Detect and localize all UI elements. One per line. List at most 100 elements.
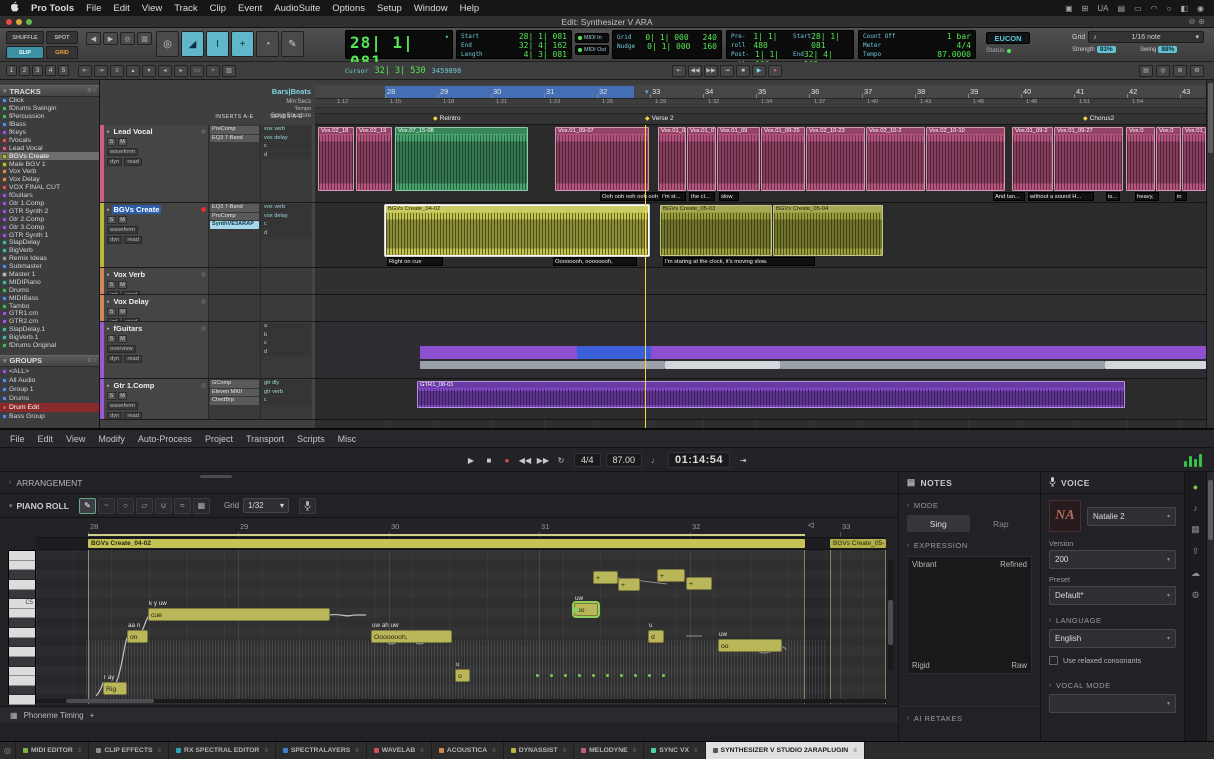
control-center-icon[interactable]: ◧: [1180, 4, 1188, 13]
time-display[interactable]: 01:14:54: [668, 452, 730, 468]
track-arrow-icon[interactable]: ▸: [107, 299, 110, 305]
track-list-item[interactable]: Submaster: [0, 263, 99, 271]
ruler-label-min-secs[interactable]: Min:Secs: [286, 99, 311, 105]
note-phonemes[interactable]: aa n: [128, 622, 140, 629]
SPECTRALAYERS[interactable]: SPECTRALAYERS ≡: [276, 742, 367, 759]
menu-item[interactable]: Edit: [113, 3, 129, 14]
send-slot[interactable]: a: [262, 323, 311, 331]
mute-button[interactable]: M: [118, 392, 127, 400]
track-name[interactable]: BGVs Create: [112, 205, 162, 214]
toolbar-icon-button[interactable]: ≡: [110, 65, 124, 77]
insert-slot[interactable]: SynthVE3ARAP: [210, 221, 259, 229]
audio-clip[interactable]: Vox.01_09: [717, 127, 760, 191]
track-arrow-icon[interactable]: ▸: [107, 129, 110, 135]
MELODYNE[interactable]: MELODYNE ≡: [574, 742, 644, 759]
piano-roll-vscrollbar[interactable]: [888, 560, 893, 670]
track-list-item[interactable]: GTR1.cm: [0, 310, 99, 318]
counter-unit-chevron-icon[interactable]: ▾: [445, 33, 449, 41]
track-list-item[interactable]: Vox Delay: [0, 176, 99, 184]
piano-key[interactable]: [9, 657, 35, 667]
note-lyric[interactable]: o: [458, 673, 462, 680]
pitch-draw-tool[interactable]: ~: [98, 498, 115, 514]
lane-fguitars[interactable]: [315, 322, 1206, 379]
display-icon[interactable]: ▣: [1065, 4, 1073, 13]
track-list-item[interactable]: Tambo: [0, 302, 99, 310]
play-button[interactable]: ▶: [463, 452, 479, 468]
track-arrow-icon[interactable]: ▸: [107, 326, 110, 332]
track-header[interactable]: ▸Vox Verb SM volread: [100, 268, 315, 295]
synthv-menu-item[interactable]: Transport: [246, 434, 284, 444]
menu-item[interactable]: View: [142, 3, 162, 14]
note-phonemes[interactable]: u: [456, 661, 460, 668]
record-enable-button[interactable]: [201, 207, 206, 212]
window-corner-icons[interactable]: ⊖⊕: [1189, 17, 1208, 26]
note-phonemes[interactable]: uw: [719, 631, 727, 638]
playhead-marker[interactable]: ▾: [645, 88, 649, 96]
grid-nudge-display[interactable]: Grid0| 1| 000240Nudge0| 1| 000160: [612, 30, 722, 59]
note-phonemes[interactable]: r ay: [104, 674, 115, 681]
lane-gtr1-comp[interactable]: GTR1_08-01: [315, 379, 1206, 420]
panel-scrollbar[interactable]: [1206, 472, 1214, 741]
synthv-menu-item[interactable]: View: [66, 434, 85, 444]
group-list-item[interactable]: Drum Edit: [0, 403, 99, 412]
edit-vertical-scrollbar[interactable]: [1206, 80, 1214, 428]
toolbar-icon-button[interactable]: ⇤: [78, 65, 92, 77]
toolbar-icon-button[interactable]: ▭: [190, 65, 204, 77]
piano-key[interactable]: [9, 580, 35, 590]
grabber-tool[interactable]: +: [231, 31, 254, 57]
vocal-mode-section-header[interactable]: ›VOCAL MODE: [1041, 674, 1184, 693]
piano-key[interactable]: [9, 570, 35, 580]
note-lyric[interactable]: +: [596, 575, 600, 582]
insert-slot[interactable]: EQ3 7-Band: [210, 135, 259, 143]
CLIP EFFECTS[interactable]: CLIP EFFECTS ≡: [89, 742, 169, 759]
SYNTHESIZER V STUDIO 2ARAPLUGIN[interactable]: SYNTHESIZER V STUDIO 2ARAPLUGIN ≡: [706, 742, 865, 759]
audio-clip[interactable]: Vox.01_09-2: [1012, 127, 1053, 191]
track-name[interactable]: Lead Vocal: [112, 127, 155, 136]
lane-vox-delay[interactable]: [315, 295, 1206, 322]
stop-button[interactable]: ■: [481, 452, 497, 468]
target-icon[interactable]: ⊕: [1173, 65, 1187, 77]
voice-rail-icon[interactable]: ●: [1193, 482, 1198, 492]
audio-clip[interactable]: Vox.07_15-08: [395, 127, 528, 191]
lane-vox-verb[interactable]: [315, 268, 1206, 295]
track-header[interactable]: ▸BGVs Create SM waveform dynread EQ3 7-B…: [100, 203, 315, 268]
track-list-item[interactable]: Drums: [0, 286, 99, 294]
menu-item[interactable]: Window: [414, 3, 448, 14]
track-list-item[interactable]: Remix Ideas: [0, 255, 99, 263]
toolbar-icon-button[interactable]: ▸: [174, 65, 188, 77]
forward-button[interactable]: ▶▶: [535, 452, 551, 468]
mute-button[interactable]: M: [118, 138, 127, 146]
piano-roll-note[interactable]: +: [618, 578, 640, 591]
ACOUSTICA[interactable]: ACOUSTICA ≡: [432, 742, 504, 759]
track-list-item[interactable]: BigVerb.1: [0, 334, 99, 342]
send-slot[interactable]: d: [262, 152, 311, 160]
library-rail-icon[interactable]: ▦: [1191, 524, 1200, 535]
track-header[interactable]: ▸Gtr 1.Comp SM waveform dynread GCompEle…: [100, 379, 315, 420]
toolbar-icon-button[interactable]: +: [206, 65, 220, 77]
send-slot[interactable]: c: [262, 143, 311, 151]
siri-icon[interactable]: ◉: [1197, 4, 1204, 13]
track-header[interactable]: ▸fGuitars SM overview dynread abcd: [100, 322, 315, 379]
piano-key[interactable]: [9, 628, 35, 638]
arrangement-scrollbar[interactable]: [200, 475, 232, 478]
pencil-tool[interactable]: ✎: [281, 31, 304, 57]
synthv-menu-item[interactable]: Scripts: [297, 434, 325, 444]
mode-option[interactable]: Sing: [907, 515, 970, 532]
solo-button[interactable]: S: [107, 138, 116, 146]
insert-slot[interactable]: PreComp: [210, 126, 259, 134]
vocal-mode-select[interactable]: ▾: [1049, 694, 1176, 713]
keyboard-focus-icon[interactable]: ▤: [1139, 65, 1153, 77]
markers-ruler[interactable]: ◆Reintro◆Verse 2◆Chorus2: [315, 113, 1206, 124]
insert-slot[interactable]: EQ3 7-Band: [210, 204, 259, 212]
track-list-item[interactable]: Lead Vocal: [0, 144, 99, 152]
track-list-item[interactable]: MIDIPiano: [0, 278, 99, 286]
language-select[interactable]: English▾: [1049, 629, 1176, 648]
record-enable-button[interactable]: [201, 299, 206, 304]
scrollbar-thumb[interactable]: [888, 600, 893, 645]
lasso-tool[interactable]: ○: [117, 498, 134, 514]
zoom-out-arrow[interactable]: ◀: [86, 32, 101, 45]
bars-ruler[interactable]: 28293031323334353637383940414243 ▾: [315, 85, 1206, 99]
main-counter[interactable]: 28| 1| 081 ▾: [345, 30, 453, 59]
piano-key[interactable]: [9, 676, 35, 686]
synthv-menu-item[interactable]: Auto-Process: [138, 434, 192, 444]
